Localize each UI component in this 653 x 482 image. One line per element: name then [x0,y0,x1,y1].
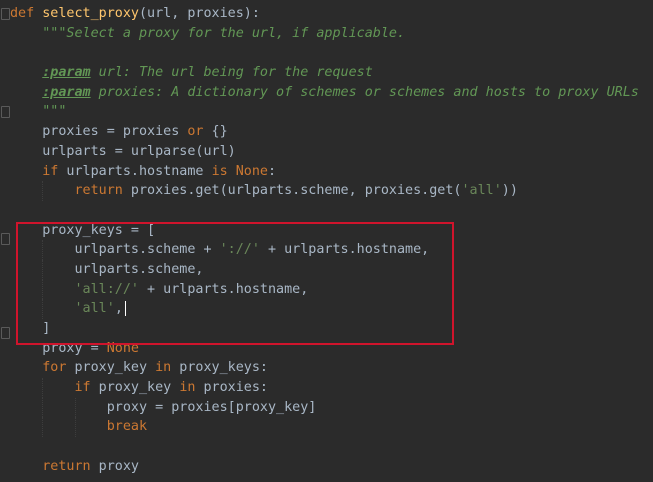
code-line[interactable]: 'all://' + urlparts.hostname, [10,279,653,300]
code-token: , [114,301,123,317]
code-line[interactable]: urlparts.scheme + '://' + urlparts.hostn… [10,240,653,260]
code-line[interactable]: urlparts.scheme, [10,259,653,280]
code-token: (url, proxies): [139,6,260,21]
code-line[interactable]: if urlparts.hostname is None: [10,162,653,182]
code-line[interactable]: proxy = None [10,339,653,359]
code-token: 'all' [461,183,502,199]
code-line[interactable]: def select_proxy(url, proxies): [10,4,653,24]
indent-guide [42,279,44,300]
code-line[interactable]: break [10,417,653,438]
code-token: proxy_keys = [ [10,222,156,238]
code-line[interactable]: proxy = proxies[proxy_key] [10,397,653,418]
code-token: """Select a proxy for the url, if applic… [10,25,406,41]
editor-gutter[interactable] [0,0,10,482]
code-token: proxies.get(urlparts.scheme, proxies.get… [122,183,462,199]
code-token: proxy_keys: [171,360,268,376]
code-token: """ [10,104,67,120]
fold-toggle-icon[interactable] [1,8,10,20]
fold-toggle-icon[interactable] [1,327,10,339]
indent-guide [42,240,44,260]
code-editor[interactable]: def select_proxy(url, proxies): """Selec… [0,0,653,482]
code-token: break [106,419,148,435]
indent-guide [42,259,44,280]
code-line[interactable]: 'all', [10,299,653,319]
text-caret [124,300,126,316]
code-token: proxy_key [66,360,156,376]
indent-guide [42,378,44,398]
code-token: proxies = proxies [10,124,188,140]
code-line[interactable]: """Select a proxy for the url, if applic… [10,24,653,44]
code-line[interactable]: return proxy [10,457,653,477]
code-token: for [42,360,67,376]
code-token: 'all://' [74,281,140,297]
code-line[interactable]: for proxy_key in proxy_keys: [10,358,653,378]
indent-guide [42,299,44,319]
code-line[interactable]: return proxies.get(urlparts.scheme, prox… [10,181,653,201]
code-token: proxy = [10,340,107,356]
code-token: in [155,360,172,376]
code-token: in [179,380,196,396]
indent-guide [42,417,44,438]
code-line[interactable] [10,201,653,221]
code-token: is None [211,163,268,179]
code-line[interactable] [10,43,653,63]
code-token: urlparts.scheme, [10,261,204,277]
code-line[interactable]: urlparts = urlparse(url) [10,142,653,162]
code-token: if [42,163,59,179]
code-token: return [42,458,91,474]
code-token: :param [42,84,91,100]
code-line[interactable]: if proxy_key in proxies: [10,378,653,398]
code-line[interactable] [10,437,653,457]
fold-toggle-icon[interactable] [1,106,10,118]
code-token: {} [203,124,228,140]
code-line[interactable]: """ [10,102,653,122]
code-token: + urlparts.hostname, [139,281,309,297]
code-token: return [74,183,123,199]
code-token: url: The url being for the request [90,65,373,81]
code-token: proxies: A dictionary of schemes or sche… [90,84,639,100]
code-line[interactable]: ] [10,319,653,339]
code-token: '://' [219,242,260,258]
code-token: proxy [90,458,139,474]
code-token: proxies: [195,380,268,396]
code-line[interactable]: :param proxies: A dictionary of schemes … [10,83,653,103]
code-token: :param [42,65,91,81]
code-token: proxy = proxies[proxy_key] [10,399,317,415]
indent-guide [42,397,44,418]
code-token: + urlparts.hostname, [259,242,430,258]
code-token: ] [10,321,51,336]
code-token: or [187,124,204,140]
indent-guide [74,417,76,438]
indent-guide [74,397,76,418]
fold-toggle-icon[interactable] [1,233,10,245]
code-line[interactable]: proxies = proxies or {} [10,122,653,142]
code-token: urlparts.hostname [58,163,212,179]
code-line[interactable]: proxy_keys = [ [10,221,653,241]
code-token: proxy_key [90,380,180,396]
code-token: select_proxy [42,6,139,21]
code-line[interactable]: :param url: The url being for the reques… [10,63,653,83]
code-token: : [268,163,277,179]
code-token: if [74,380,91,396]
code-token: 'all' [74,301,115,317]
code-area[interactable]: def select_proxy(url, proxies): """Selec… [10,4,653,477]
code-token: )) [501,183,518,199]
code-token: urlparts = urlparse(url) [10,143,236,159]
indent-guide [42,181,44,201]
code-token: None [106,340,139,356]
code-token: def [10,6,43,21]
